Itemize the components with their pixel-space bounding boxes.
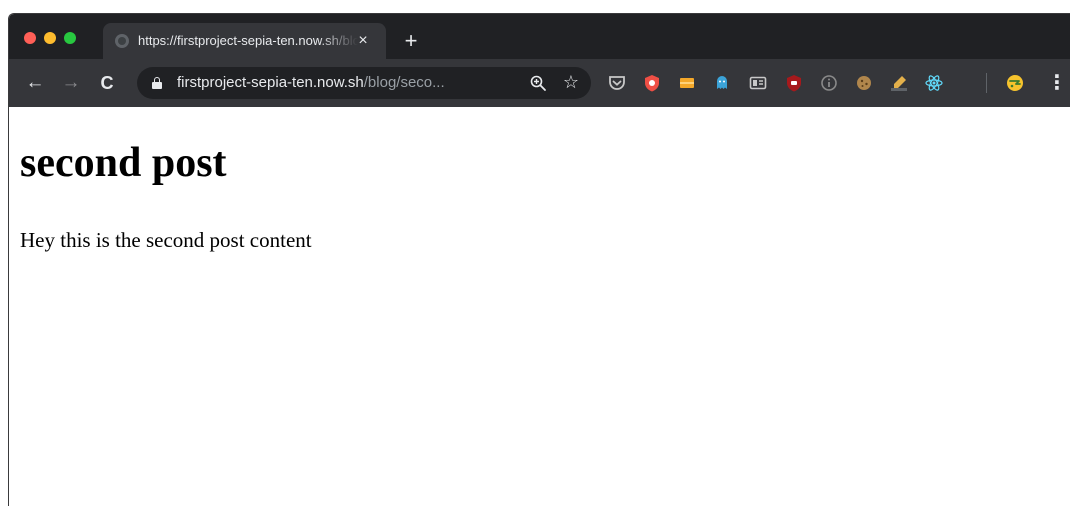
tab-active[interactable]: https://firstproject-sepia-ten.now.sh/bl… — [103, 23, 386, 59]
tab-title: https://firstproject-sepia-ten.now.sh/bl… — [138, 33, 358, 48]
url-text[interactable]: firstproject-sepia-ten.now.sh/blog/seco.… — [177, 74, 507, 92]
url-path: /blog/seco... — [363, 74, 445, 91]
browser-window: https://firstproject-sepia-ten.now.sh/bl… — [8, 13, 1070, 506]
browser-menu-icon[interactable]: ⋮ — [1047, 71, 1067, 95]
window-minimize-button[interactable] — [44, 32, 56, 44]
window-maximize-button[interactable] — [64, 32, 76, 44]
window-close-button[interactable] — [24, 32, 36, 44]
privacy-badger-icon[interactable] — [642, 73, 662, 93]
forward-button[interactable]: → — [59, 71, 83, 95]
toolbar-divider — [986, 73, 987, 93]
url-host: firstproject-sepia-ten.now.sh — [177, 74, 364, 91]
ghostery-icon[interactable] — [712, 73, 732, 93]
pocket-icon[interactable] — [607, 73, 627, 93]
react-devtools-icon[interactable] — [924, 73, 944, 93]
ublock-icon[interactable] — [784, 73, 804, 93]
page-title: second post — [20, 140, 227, 186]
lock-icon[interactable] — [152, 77, 162, 89]
reload-button[interactable]: C — [95, 71, 119, 95]
page-content: second post Hey this is the second post … — [9, 107, 1070, 506]
css-icon[interactable] — [889, 73, 909, 93]
address-bar[interactable]: firstproject-sepia-ten.now.sh/blog/seco.… — [137, 67, 591, 99]
new-tab-button[interactable]: + — [399, 29, 423, 53]
close-tab-button[interactable]: × — [353, 31, 373, 51]
browser-toolbar: ← → C firstproject-sepia-ten.now.sh/blog… — [9, 59, 1070, 107]
bookmark-star-icon[interactable]: ☆ — [561, 72, 581, 92]
reader-icon[interactable] — [748, 73, 768, 93]
globe-icon — [115, 34, 129, 48]
info-icon[interactable] — [819, 73, 839, 93]
mailtrack-icon[interactable] — [677, 73, 697, 93]
zoom-icon[interactable] — [529, 74, 547, 92]
cookie-icon[interactable] — [854, 73, 874, 93]
profile-avatar-icon[interactable] — [1005, 73, 1025, 93]
tab-strip: https://firstproject-sepia-ten.now.sh/bl… — [9, 14, 1070, 59]
post-body: Hey this is the second post content — [20, 228, 312, 252]
back-button[interactable]: ← — [23, 71, 47, 95]
